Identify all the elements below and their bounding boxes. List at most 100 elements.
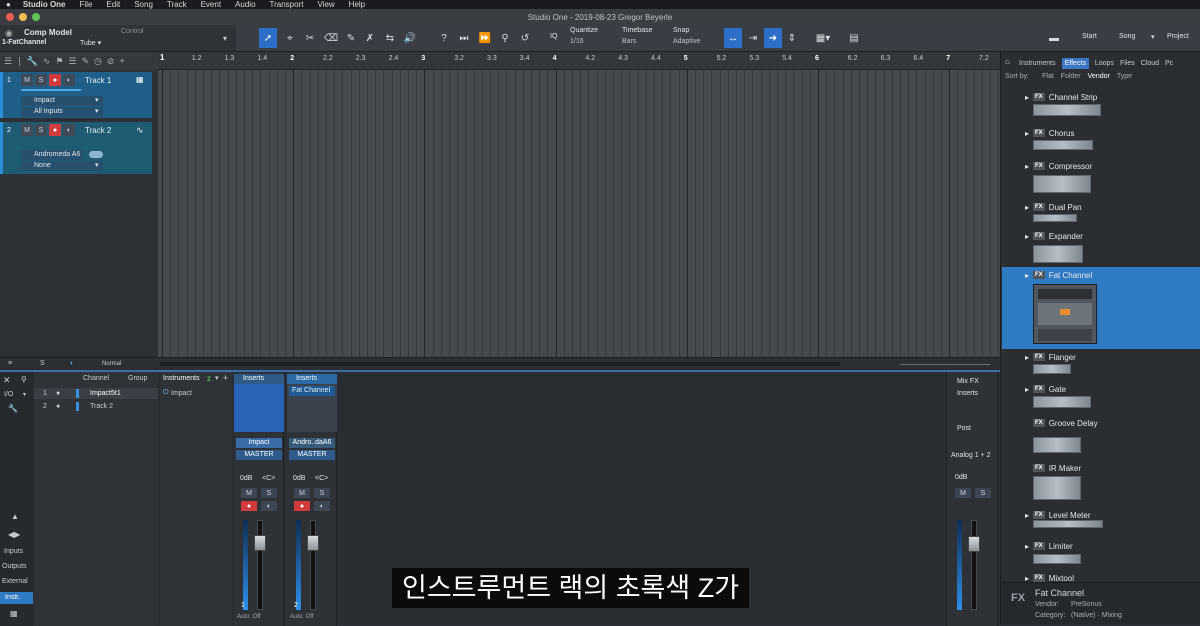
- master-inserts[interactable]: Inserts: [957, 390, 978, 397]
- snap-cursor-button[interactable]: ➜: [764, 28, 782, 48]
- strip-name[interactable]: Impact: [236, 438, 282, 448]
- circle-slash-icon[interactable]: ⊘: [107, 56, 115, 67]
- fx-thumbnail[interactable]: [1033, 437, 1081, 453]
- monitor-button[interactable]: ◐: [63, 74, 75, 86]
- zoom-button[interactable]: ⚲: [496, 28, 514, 48]
- inserts-header[interactable]: Inserts: [234, 374, 284, 384]
- wrench-icon[interactable]: 🔧: [8, 404, 18, 413]
- expand-arrow-icon[interactable]: ▸: [1025, 162, 1029, 171]
- nav-instruments[interactable]: Instr.: [0, 592, 33, 604]
- add-instrument-icon[interactable]: +: [223, 373, 228, 383]
- channel-row-1[interactable]: 1 ● Impact5t1: [34, 388, 158, 399]
- chevron-down-icon[interactable]: ▾: [215, 374, 219, 382]
- grid-menu-button[interactable]: ▦▾: [810, 28, 836, 48]
- listen-tool-button[interactable]: 🔊: [401, 28, 419, 48]
- mixfx-label[interactable]: Mix FX: [957, 378, 979, 385]
- monitor-button[interactable]: ◐: [63, 124, 75, 136]
- tab-effects[interactable]: Effects: [1061, 57, 1089, 69]
- fx-thumbnail[interactable]: [1033, 520, 1103, 528]
- fx-item-limiter[interactable]: ▸ FX Limiter: [1025, 539, 1073, 553]
- song-page-button[interactable]: Song: [1119, 33, 1135, 40]
- loop-follow-button[interactable]: ⏭: [455, 28, 473, 48]
- fx-item-flanger[interactable]: ▸ FX Flanger: [1025, 350, 1076, 364]
- toggle-switch[interactable]: [89, 151, 103, 158]
- menu-transport[interactable]: Transport: [270, 0, 304, 9]
- snap-value[interactable]: Adaptive: [673, 38, 700, 45]
- fx-thumbnail[interactable]: [1033, 364, 1071, 374]
- nav-outputs[interactable]: Outputs: [2, 563, 27, 570]
- sort-flat[interactable]: Flat: [1042, 73, 1054, 85]
- strip-record[interactable]: ●: [294, 501, 310, 511]
- sort-folder[interactable]: Folder: [1061, 73, 1081, 85]
- eraser-tool-button[interactable]: ⌫: [322, 28, 340, 48]
- track-row-1[interactable]: 1 M S ● ◐ Track 1 ▦ Impact ▾ All Inputs ▾: [0, 72, 152, 118]
- menu-event[interactable]: Event: [201, 0, 221, 9]
- menu-file[interactable]: File: [80, 0, 93, 9]
- curve-icon[interactable]: ∿: [43, 56, 51, 67]
- post-label[interactable]: Post: [957, 425, 971, 432]
- input-select[interactable]: All Inputs ▾: [21, 107, 103, 117]
- nav-external[interactable]: External: [2, 578, 28, 585]
- strip-name[interactable]: Andro..daA6: [289, 438, 335, 448]
- strip-pan[interactable]: <C>: [315, 475, 328, 482]
- fx-thumbnail[interactable]: [1033, 140, 1093, 150]
- channel-row-2[interactable]: 2 ● Track 2: [34, 401, 158, 412]
- fat-channel-thumbnail[interactable]: [1033, 284, 1097, 344]
- menu-edit[interactable]: Edit: [106, 0, 120, 9]
- menu-icon[interactable]: ☰: [4, 56, 12, 67]
- master-solo[interactable]: S: [975, 488, 991, 498]
- volume-fader[interactable]: [257, 520, 263, 610]
- expand-arrow-icon[interactable]: ▸: [1025, 385, 1029, 394]
- fader-knob[interactable]: [254, 535, 266, 551]
- automation-mode[interactable]: Auto: Off: [237, 614, 261, 620]
- film-button[interactable]: ▤: [845, 28, 863, 48]
- mute-tool-button[interactable]: ✗: [361, 28, 379, 48]
- quantize-value[interactable]: 1/16: [570, 38, 584, 45]
- project-page-button[interactable]: Project: [1167, 33, 1189, 40]
- timebase-value[interactable]: Bars: [622, 38, 636, 45]
- close-window-button[interactable]: [6, 13, 14, 21]
- master-fader[interactable]: [971, 520, 977, 610]
- fx-thumbnail[interactable]: [1033, 396, 1091, 408]
- timeline-ruler[interactable]: 1 1.2 1.3 1.4 2 2.2 2.3 2.4 3 3.2 3.3 3.4 4 4.2 4.3 4.…: [158, 52, 1000, 70]
- tab-cloud[interactable]: Cloud: [1141, 60, 1159, 67]
- input-select[interactable]: None ▾: [21, 161, 103, 171]
- record-arm-button[interactable]: ●: [49, 74, 61, 86]
- strip-mute[interactable]: M: [241, 488, 257, 498]
- sort-type[interactable]: Type: [1117, 73, 1132, 85]
- menu-audio[interactable]: Audio: [235, 0, 255, 9]
- paint-tool-button[interactable]: ✎: [342, 28, 360, 48]
- flag-icon[interactable]: ⚑: [55, 56, 63, 67]
- expand-icon[interactable]: ◀▶: [8, 530, 20, 539]
- strip-monitor[interactable]: ◐: [314, 501, 330, 511]
- chevron-down-icon[interactable]: ▾: [223, 34, 227, 43]
- automation-mode[interactable]: Auto: Off: [290, 614, 314, 620]
- strip-record[interactable]: ●: [241, 501, 257, 511]
- fx-item-gate[interactable]: ▸ FX Gate: [1025, 382, 1066, 396]
- skip-button[interactable]: ⏩: [476, 28, 494, 48]
- fx-thumbnail[interactable]: [1033, 554, 1081, 564]
- instrument-select[interactable]: Impact ▾: [21, 96, 103, 106]
- expand-arrow-icon[interactable]: ▸: [1025, 353, 1029, 362]
- strip-volume[interactable]: 0dB: [240, 475, 252, 482]
- help-button[interactable]: ?: [435, 28, 453, 48]
- close-icon[interactable]: ✕: [3, 375, 11, 386]
- split-view-button[interactable]: ⇕: [783, 28, 801, 48]
- power-icon[interactable]: ⏻: [163, 389, 169, 397]
- fx-item-expander[interactable]: ▸ FX Expander: [1025, 229, 1083, 243]
- split-tool-button[interactable]: ✂: [301, 28, 319, 48]
- zoom-window-button[interactable]: [32, 13, 40, 21]
- expand-arrow-icon[interactable]: ▸: [1025, 203, 1029, 212]
- track-name[interactable]: Track 1: [85, 76, 111, 85]
- chevron-down-icon[interactable]: ▾: [23, 391, 26, 398]
- fx-thumbnail[interactable]: [1033, 245, 1083, 263]
- fx-item-ir-maker[interactable]: ▸FXIR Maker: [1025, 461, 1081, 475]
- strip-monitor[interactable]: ◐: [261, 501, 277, 511]
- record-arm-button[interactable]: ●: [49, 124, 61, 136]
- mixer-icon[interactable]: ▦: [10, 609, 18, 618]
- tab-loops[interactable]: Loops: [1095, 60, 1114, 67]
- arrange-grid[interactable]: [158, 70, 1000, 357]
- clock-icon[interactable]: ◷: [94, 56, 102, 67]
- zoom-slider[interactable]: [900, 364, 990, 365]
- fx-item-channel-strip[interactable]: ▸ FX Channel Strip: [1025, 90, 1097, 104]
